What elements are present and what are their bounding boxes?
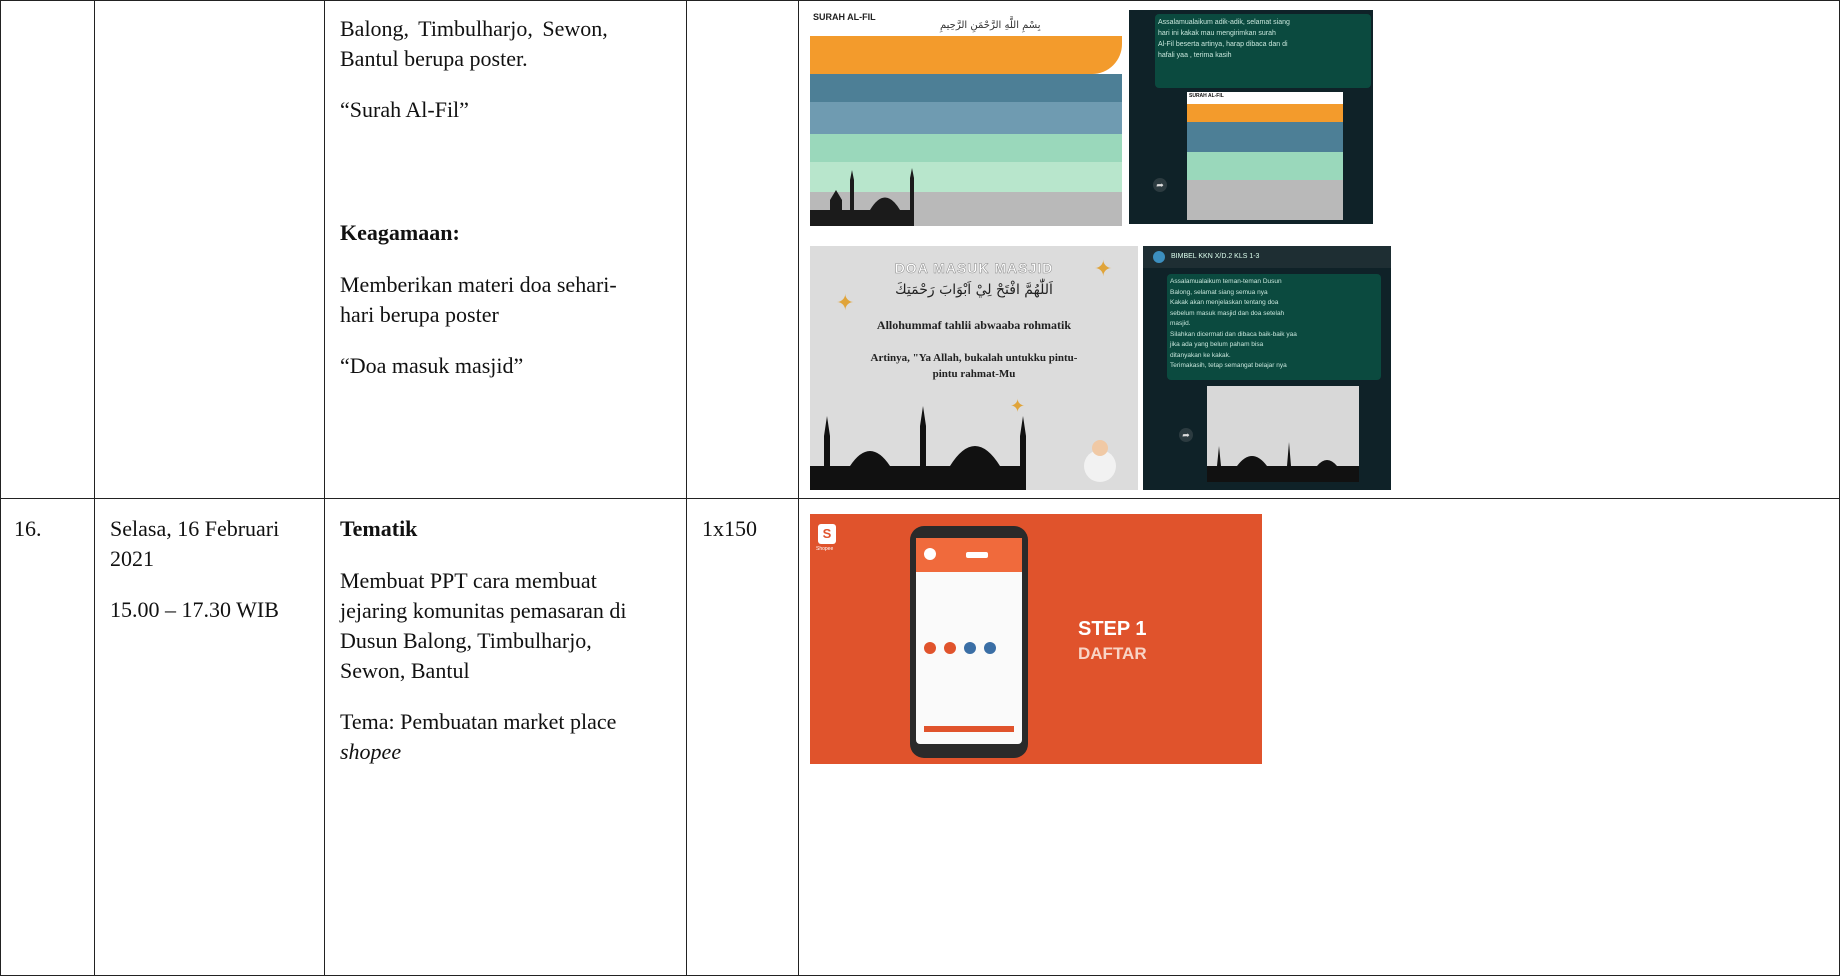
column-divider bbox=[94, 0, 95, 976]
shopee-logo-icon: S bbox=[818, 524, 836, 544]
row15-desc-line: Balong, Timbulharjo, Sewon, bbox=[340, 16, 608, 41]
chat-text: hari ini kakak mau mengirimkan surah bbox=[1158, 30, 1276, 37]
avatar bbox=[924, 548, 936, 560]
forward-icon[interactable]: ➦ bbox=[1179, 428, 1193, 442]
chat-text: sebelum masuk masjid dan doa setelah bbox=[1170, 309, 1285, 317]
desc-line: jejaring komunitas pemasaran di bbox=[340, 598, 627, 623]
chat-screenshot-doa: BIMBEL KKN X/D.2 KLS 1-3 Assalamualaikum… bbox=[1143, 246, 1391, 490]
chat-bubble: Assalamualaikum adik-adik, selamat siang… bbox=[1155, 14, 1371, 88]
row-number: 16. bbox=[14, 516, 42, 541]
chat-text: Balong, selamat siang semua nya bbox=[1170, 288, 1268, 296]
chat-header: BIMBEL KKN X/D.2 KLS 1-3 bbox=[1143, 246, 1391, 268]
poster-title: DOA MASUK MASJID bbox=[894, 260, 1054, 277]
poster-thumbnail bbox=[1207, 386, 1359, 482]
document-table: Balong, Timbulharjo, Sewon, Bantul berup… bbox=[0, 0, 1840, 976]
chat-text: Assalamualaikum adik-adik, selamat siang bbox=[1158, 19, 1290, 26]
forward-icon[interactable]: ➦ bbox=[1153, 178, 1167, 192]
row15-doa-title: “Doa masuk masjid” bbox=[340, 353, 524, 378]
chat-text: Kakak akan menjelaskan tentang doa bbox=[1170, 299, 1279, 306]
poster-thumbnail: SURAH AL-FIL bbox=[1187, 92, 1343, 220]
menu-icon bbox=[984, 642, 996, 654]
step-label: STEP 1 bbox=[1078, 618, 1147, 640]
tema-platform: shopee bbox=[340, 739, 402, 764]
green-band bbox=[810, 134, 1122, 162]
column-divider bbox=[324, 0, 325, 976]
desc-line: Dusun Balong, Timbulharjo, bbox=[340, 628, 592, 653]
desc-line: Sewon, Bantul bbox=[340, 658, 470, 683]
shopee-step-slide: S Shopee STEP 1 DAFTAR bbox=[810, 514, 1262, 764]
mosque-silhouette bbox=[1207, 442, 1359, 482]
row15-desc-line: hari berupa poster bbox=[340, 302, 499, 327]
phone-screen bbox=[916, 538, 1022, 744]
row15-desc-line: Bantul berupa poster. bbox=[340, 46, 528, 71]
column-divider bbox=[686, 0, 687, 976]
menu-icon bbox=[944, 642, 956, 654]
doa-masuk-masjid-poster: DOA MASUK MASJID اَللّٰهُمَّ افْتَحْ لِي… bbox=[810, 246, 1138, 490]
tema-text: Tema: Pembuatan market place bbox=[340, 709, 617, 734]
table-border-left bbox=[0, 0, 1, 976]
desc-line: Membuat PPT cara membuat bbox=[340, 568, 597, 593]
mosque-silhouette bbox=[810, 406, 1116, 490]
chat-bubble: Assalamualaikum teman-teman Dusun Balong… bbox=[1167, 274, 1381, 380]
bismillah-text: بِسْمِ اللَّهِ الرَّحْمَنِ الرَّحِيمِ bbox=[940, 20, 1041, 31]
row-divider bbox=[0, 498, 1840, 499]
time-range: 15.00 – 17.30 WIB bbox=[110, 597, 279, 622]
orange-band bbox=[1187, 104, 1343, 122]
chat-screenshot-surah: Assalamualaikum adik-adik, selamat siang… bbox=[1129, 10, 1373, 224]
blue-band bbox=[810, 102, 1122, 134]
menu-icon bbox=[964, 642, 976, 654]
row15-desc-line: Memberikan materi doa sehari- bbox=[340, 272, 617, 297]
poster-title: SURAH AL-FIL bbox=[1189, 93, 1224, 99]
orange-band bbox=[810, 36, 1122, 74]
chat-text: hafali yaa , terima kasih bbox=[1158, 52, 1232, 59]
row15-surah-title: “Surah Al-Fil” bbox=[340, 97, 469, 122]
quantity: 1x150 bbox=[702, 516, 757, 541]
grey-band bbox=[1187, 180, 1343, 220]
surah-al-fil-poster: SURAH AL-FIL بِسْمِ اللَّهِ الرَّحْمَنِ … bbox=[810, 10, 1122, 226]
table-border-top bbox=[0, 0, 1840, 1]
leaf-icon: ✦ bbox=[836, 290, 855, 315]
blue-band bbox=[810, 74, 1122, 102]
blue-band bbox=[1187, 122, 1343, 152]
chat-text: ditanyakan ke kakak. bbox=[1170, 351, 1231, 359]
shopee-logo-label: Shopee bbox=[816, 546, 834, 552]
date-line: 2021 bbox=[110, 546, 154, 571]
meaning-text: pintu rahmat-Mu bbox=[932, 368, 1016, 380]
category-heading: Tematik bbox=[340, 516, 418, 541]
header-button bbox=[966, 552, 988, 558]
latin-transliteration: Allohummaf tahlii abwaaba rohmatik bbox=[876, 318, 1072, 332]
column-divider bbox=[798, 0, 799, 976]
arabic-prayer: اَللّٰهُمَّ افْتَحْ لِيْ اَبْوَابَ رَحْم… bbox=[895, 282, 1053, 298]
chat-text: Silahkan dicermati dan dibaca baik-baik … bbox=[1170, 330, 1297, 338]
green-band bbox=[1187, 152, 1343, 180]
chat-text: Terimakasih, tetap semangat belajar nya bbox=[1170, 362, 1287, 369]
chat-text: Al-Fil beserta artinya, harap dibaca dan… bbox=[1158, 41, 1288, 48]
chat-text: jika ada yang belum paham bisa bbox=[1170, 341, 1264, 348]
phone-mockup bbox=[910, 526, 1028, 758]
chat-text: masjid. bbox=[1170, 320, 1191, 327]
mosque-silhouette bbox=[810, 168, 914, 226]
meaning-text: Artinya, "Ya Allah, bukalah untukku pint… bbox=[870, 352, 1078, 364]
leaf-icon: ✦ bbox=[1094, 256, 1113, 281]
poster-title: SURAH AL-FIL bbox=[813, 12, 876, 22]
date-line: Selasa, 16 Februari bbox=[110, 516, 280, 541]
highlighted-row bbox=[924, 726, 1014, 732]
row15-category-heading: Keagamaan: bbox=[340, 220, 460, 245]
chat-text: Assalamualaikum teman-teman Dusun bbox=[1170, 278, 1282, 285]
step-action: DAFTAR bbox=[1078, 644, 1147, 663]
menu-icon bbox=[924, 642, 936, 654]
group-avatar bbox=[1153, 251, 1165, 263]
